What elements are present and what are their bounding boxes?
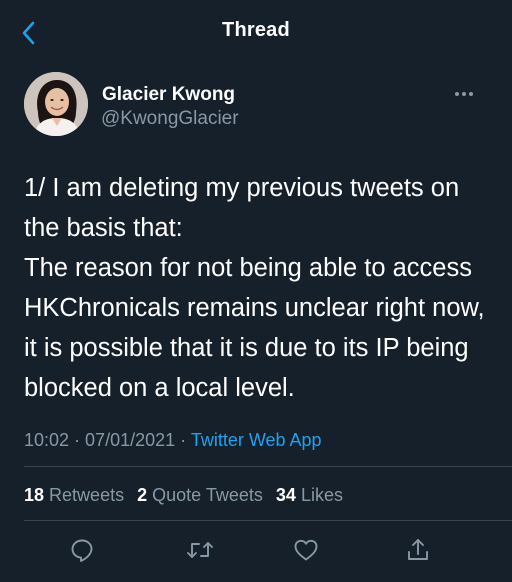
quote-tweets-count: 2	[137, 485, 148, 505]
meta-separator: ·	[175, 430, 191, 450]
tweet-source-link[interactable]: Twitter Web App	[191, 430, 322, 450]
retweets-label: Retweets	[49, 485, 125, 505]
profile-photo	[24, 72, 88, 136]
divider	[24, 520, 512, 521]
likes-count: 34	[275, 485, 296, 505]
retweet-button[interactable]	[180, 530, 220, 570]
author-handle[interactable]: @KwongGlacier	[101, 108, 239, 130]
tweet-date: 07/01/2021	[85, 430, 176, 450]
retweet-icon	[187, 542, 213, 558]
like-button[interactable]	[286, 530, 326, 570]
retweets-stat[interactable]: 18 Retweets	[24, 485, 124, 505]
avatar[interactable]	[24, 72, 88, 136]
divider	[24, 466, 512, 467]
tweet-meta: 10:02 · 07/01/2021 · Twitter Web App	[24, 430, 322, 451]
heart-icon	[294, 539, 318, 561]
meta-separator: ·	[69, 430, 86, 450]
quote-tweets-stat[interactable]: 2 Quote Tweets	[137, 485, 263, 505]
quote-tweets-label: Quote Tweets	[152, 485, 263, 505]
top-bar: Thread	[0, 0, 512, 64]
share-icon	[408, 539, 428, 560]
tweet-time: 10:02	[24, 430, 70, 450]
reply-button[interactable]	[62, 530, 102, 570]
tweet-text: 1/ I am deleting my previous tweets on t…	[24, 174, 485, 402]
reply-icon	[71, 539, 93, 562]
tweet-actions	[0, 530, 512, 570]
engagement-stats: 18 Retweets 2 Quote Tweets 34 Likes	[24, 485, 351, 506]
more-horizontal-icon	[455, 92, 473, 96]
share-button[interactable]	[398, 530, 438, 570]
likes-stat[interactable]: 34 Likes	[276, 485, 343, 505]
likes-label: Likes	[300, 485, 343, 505]
author-name[interactable]: Glacier Kwong	[102, 84, 235, 106]
retweets-count: 18	[24, 485, 45, 505]
page-title: Thread	[222, 19, 290, 41]
more-button[interactable]	[450, 84, 478, 104]
